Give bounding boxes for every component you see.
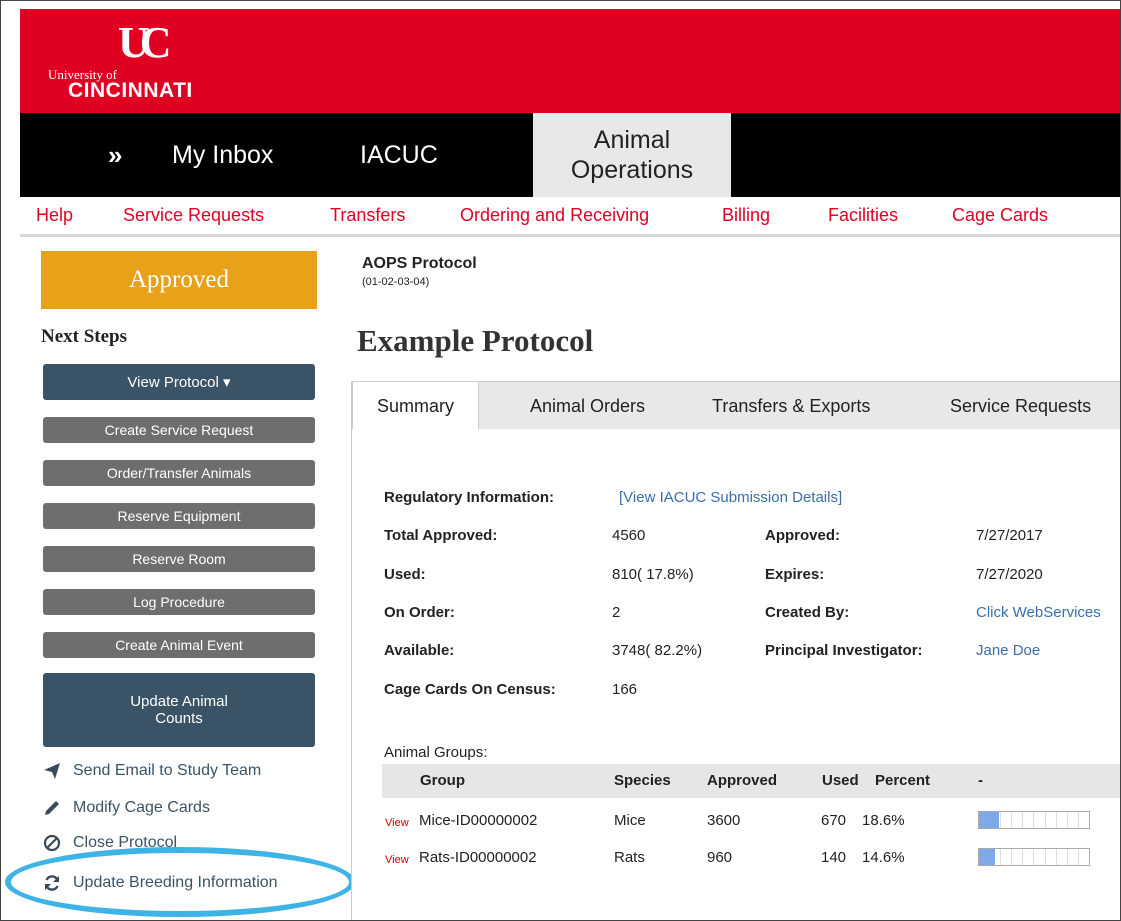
log-procedure-button[interactable]: Log Procedure	[43, 589, 315, 615]
on-order-label: On Order:	[384, 604, 455, 621]
nav-animal-operations-line2: Operations	[570, 156, 694, 184]
view-iacuc-details-link[interactable]: [View IACUC Submission Details]	[619, 489, 842, 506]
used-label: Used:	[384, 566, 426, 583]
view-group-link[interactable]: View	[385, 854, 409, 866]
subnav-service-requests[interactable]: Service Requests	[123, 205, 264, 226]
usage-progress-bar	[978, 848, 1090, 866]
protocol-id: (01-02-03-04)	[362, 276, 430, 288]
view-protocol-button[interactable]: View Protocol ▾	[43, 364, 315, 400]
reserve-equipment-button[interactable]: Reserve Equipment	[43, 503, 315, 529]
subnav-cage-cards[interactable]: Cage Cards	[952, 205, 1048, 226]
tab-transfers-exports[interactable]: Transfers & Exports	[712, 382, 870, 430]
col-approved: Approved	[707, 772, 778, 789]
subnav-facilities[interactable]: Facilities	[828, 205, 898, 226]
expires-label: Expires:	[765, 566, 825, 583]
total-approved-value: 4560	[612, 527, 646, 544]
col-bar: -	[978, 772, 983, 789]
percent: 14.6%	[862, 849, 905, 866]
nav-iacuc[interactable]: IACUC	[360, 113, 438, 197]
subnav-billing[interactable]: Billing	[722, 205, 770, 226]
col-species: Species	[614, 772, 671, 789]
nav-animal-operations[interactable]: Animal Operations	[533, 113, 731, 197]
view-group-link[interactable]: View	[385, 817, 409, 829]
status-badge: Approved	[41, 251, 317, 309]
group-name: Rats-ID00000002	[419, 849, 537, 866]
used-value: 810( 17.8%)	[612, 566, 694, 583]
group-name: Mice-ID00000002	[419, 812, 538, 829]
send-email-label: Send Email to Study Team	[73, 762, 262, 779]
col-percent: Percent	[875, 772, 931, 789]
used-count: 670	[821, 812, 847, 829]
modify-cage-cards-link[interactable]: Modify Cage Cards	[43, 796, 210, 820]
send-email-link[interactable]: Send Email to Study Team	[43, 759, 261, 783]
usage-progress-fill	[979, 812, 1000, 828]
pencil-icon	[45, 801, 59, 815]
groups-table-header: Group Species Approved Used Percent -	[382, 764, 1120, 798]
created-by-label: Created By:	[765, 604, 850, 621]
university-logo[interactable]: UC University of CINCINNATI	[48, 17, 238, 109]
tab-animal-orders[interactable]: Animal Orders	[530, 382, 645, 430]
pi-link[interactable]: Jane Doe	[976, 642, 1040, 659]
subnav-ordering-receiving[interactable]: Ordering and Receiving	[460, 205, 649, 226]
next-steps-heading: Next Steps	[41, 326, 128, 347]
logo-mark: UC	[118, 18, 171, 67]
sub-nav: Help Service Requests Transfers Ordering…	[20, 197, 1120, 237]
approved-count: 3600	[707, 812, 741, 829]
cage-cards-label: Cage Cards On Census:	[384, 681, 556, 698]
paper-plane-icon	[44, 763, 60, 779]
brand-bar: UC University of CINCINNATI	[20, 9, 1120, 113]
app-frame: UC University of CINCINNATI » My Inbox I…	[0, 0, 1121, 921]
total-approved-label: Total Approved:	[384, 527, 498, 544]
available-label: Available:	[384, 642, 455, 659]
cage-cards-value: 166	[612, 681, 638, 698]
col-used: Used	[822, 772, 859, 789]
nav-my-inbox[interactable]: My Inbox	[172, 113, 273, 197]
species: Mice	[614, 812, 646, 829]
approved-date-label: Approved:	[765, 527, 840, 544]
update-counts-line1: Update Animal	[130, 693, 228, 710]
col-group: Group	[420, 772, 465, 789]
percent: 18.6%	[862, 812, 905, 829]
species: Rats	[614, 849, 645, 866]
pi-label: Principal Investigator:	[765, 642, 923, 659]
ban-icon	[43, 834, 61, 852]
created-by-link[interactable]: Click WebServices	[976, 604, 1101, 621]
regulatory-label: Regulatory Information:	[384, 489, 555, 506]
tab-service-requests[interactable]: Service Requests	[950, 382, 1091, 430]
available-value: 3748( 82.2%)	[612, 642, 703, 659]
create-service-request-button[interactable]: Create Service Request	[43, 417, 315, 443]
subnav-transfers[interactable]: Transfers	[330, 205, 405, 226]
usage-progress-bar	[978, 811, 1090, 829]
reserve-room-button[interactable]: Reserve Room	[43, 546, 315, 572]
highlight-circle	[5, 847, 355, 917]
page-title: Example Protocol	[357, 323, 594, 358]
expires-value: 7/27/2020	[976, 566, 1043, 583]
main-nav: » My Inbox IACUC Animal Operations	[20, 113, 1120, 197]
approved-date-value: 7/27/2017	[976, 527, 1043, 544]
logo-cincinnati: CINCINNATI	[68, 79, 193, 102]
approved-count: 960	[707, 849, 733, 866]
create-animal-event-button[interactable]: Create Animal Event	[43, 632, 315, 658]
order-transfer-animals-button[interactable]: Order/Transfer Animals	[43, 460, 315, 486]
on-order-value: 2	[612, 604, 621, 621]
nav-animal-operations-line1: Animal	[593, 126, 671, 154]
tab-summary[interactable]: Summary	[352, 382, 480, 431]
update-animal-counts-button[interactable]: Update Animal Counts	[43, 673, 315, 747]
usage-progress-fill	[979, 849, 996, 865]
update-counts-line2: Counts	[155, 710, 203, 727]
protocol-label: AOPS Protocol	[362, 255, 477, 272]
tab-bar: Summary Animal Orders Transfers & Export…	[351, 381, 1120, 431]
modify-cage-cards-label: Modify Cage Cards	[73, 799, 210, 816]
used-count: 140	[821, 849, 847, 866]
animal-groups-caption: Animal Groups:	[384, 744, 488, 761]
expand-nav-icon[interactable]: »	[108, 113, 122, 197]
subnav-help[interactable]: Help	[36, 205, 73, 226]
